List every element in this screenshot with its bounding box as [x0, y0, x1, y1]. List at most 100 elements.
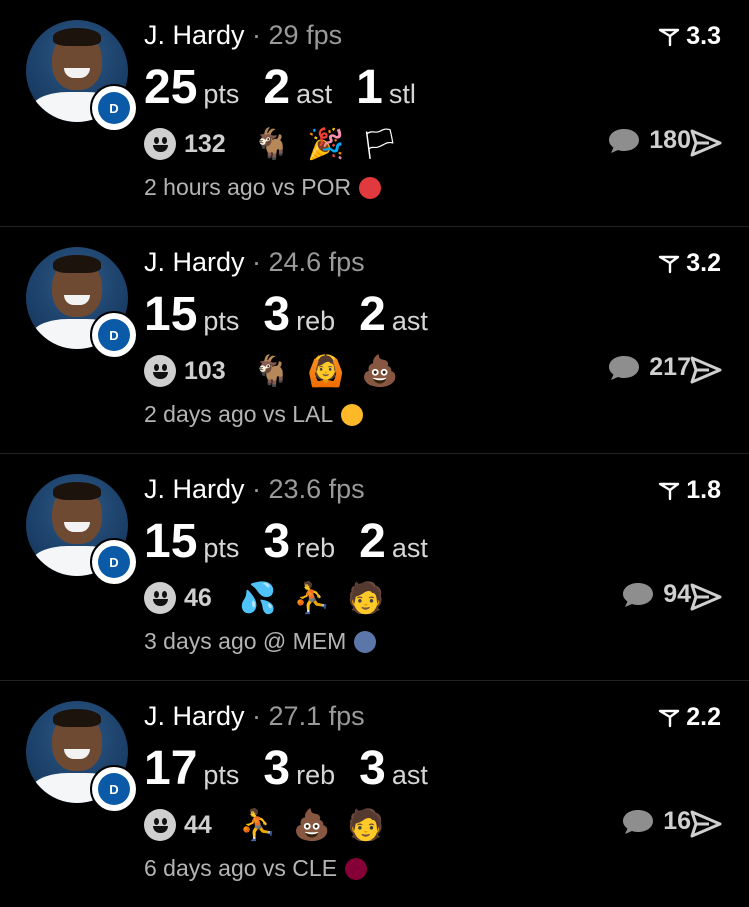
post-card[interactable]: D J. Hardy · 27.1 fps 2.2 17 pts 3 reb 3…: [0, 681, 749, 907]
fps-value: · 23.6 fps: [252, 474, 365, 504]
stat-value: 3: [263, 742, 291, 795]
cavaliers-logo: [345, 857, 368, 880]
flag-pennant-icon: [659, 709, 680, 727]
stat-value: 1: [356, 61, 383, 114]
player-name[interactable]: J. Hardy: [144, 247, 245, 277]
game-info: 2 days ago vs LAL: [144, 401, 364, 428]
send-arrow-icon: [690, 356, 722, 384]
reactions-count[interactable]: 46: [184, 584, 212, 613]
stat-value: 17: [144, 742, 198, 795]
comments-count: 217: [649, 353, 691, 381]
game-time: 3 days ago @ MEM: [144, 628, 347, 654]
stat-line: 17 pts 3 reb 3 ast: [144, 741, 452, 796]
person-meme-emoji[interactable]: 🙆: [307, 353, 344, 389]
confetti-emoji[interactable]: 🎉: [307, 126, 344, 162]
comments-button[interactable]: 180: [607, 126, 691, 155]
goat-emoji[interactable]: 🐐: [253, 126, 290, 162]
stat-line: 25 pts 2 ast 1 stl: [144, 60, 440, 115]
post-header[interactable]: J. Hardy · 23.6 fps: [144, 474, 365, 505]
stat-label: reb: [296, 760, 336, 790]
hair: [53, 709, 101, 727]
post-header[interactable]: J. Hardy · 24.6 fps: [144, 247, 365, 278]
hair: [53, 482, 101, 500]
smiley-icon[interactable]: [144, 355, 176, 387]
player-name[interactable]: J. Hardy: [144, 20, 245, 50]
post-header[interactable]: J. Hardy · 27.1 fps: [144, 701, 365, 732]
post-card[interactable]: D J. Hardy · 23.6 fps 1.8 15 pts 3 reb 2…: [0, 454, 749, 680]
rating: 1.8: [658, 476, 721, 505]
stat-line: 15 pts 3 reb 2 ast: [144, 287, 452, 342]
smiley-icon[interactable]: [144, 128, 176, 160]
bald-man-emoji[interactable]: 🧑: [347, 580, 384, 616]
stat-value: 3: [359, 742, 386, 795]
poop-emoji[interactable]: 💩: [293, 807, 330, 843]
chat-bubble-icon: [623, 582, 654, 607]
chat-bubble-icon: [609, 128, 640, 153]
share-button[interactable]: [689, 128, 723, 163]
goat-emoji[interactable]: 🐐: [253, 353, 290, 389]
comments-button[interactable]: 94: [621, 580, 691, 609]
hair: [53, 28, 101, 46]
fps-value: · 27.1 fps: [252, 701, 365, 731]
flag-pennant-icon: [659, 28, 680, 46]
rating: 3.2: [658, 249, 721, 278]
post-header[interactable]: J. Hardy · 29 fps: [144, 20, 342, 51]
stat-label: pts: [203, 533, 240, 563]
stat-value: 2: [359, 515, 386, 568]
comments-button[interactable]: 217: [607, 353, 691, 382]
game-time: 2 hours ago vs POR: [144, 174, 352, 200]
team-badge-icon: D: [90, 84, 138, 132]
chat-bubble-icon: [623, 809, 654, 834]
comments-button[interactable]: 16: [621, 807, 691, 836]
reactions-count[interactable]: 132: [184, 130, 226, 159]
flag-emoji[interactable]: 🏳: [361, 126, 399, 162]
team-badge-icon: D: [90, 765, 138, 813]
stat-value: 25: [144, 61, 198, 114]
player-name[interactable]: J. Hardy: [144, 701, 245, 731]
game-info: 2 hours ago vs POR: [144, 174, 382, 201]
send-arrow-icon: [690, 583, 722, 611]
share-button[interactable]: [689, 582, 723, 617]
stat-value: 15: [144, 515, 198, 568]
flag-pennant-icon: [659, 482, 680, 500]
reactions-count[interactable]: 103: [184, 357, 226, 386]
share-button[interactable]: [689, 355, 723, 390]
share-button[interactable]: [689, 809, 723, 844]
team-badge-icon: D: [90, 538, 138, 586]
stat-label: ast: [391, 533, 428, 563]
game-time: 6 days ago vs CLE: [144, 855, 338, 881]
stat-label: reb: [296, 533, 336, 563]
stat-label: pts: [203, 760, 240, 790]
stat-label: pts: [203, 79, 240, 109]
trail-blazers-logo: [359, 176, 382, 199]
lakers-logo: [341, 403, 364, 426]
stat-value: 15: [144, 288, 198, 341]
smiley-icon[interactable]: [144, 809, 176, 841]
smiley-icon[interactable]: [144, 582, 176, 614]
stat-label: reb: [296, 306, 336, 336]
game-info: 6 days ago vs CLE: [144, 855, 368, 882]
send-arrow-icon: [690, 129, 722, 157]
reactions-row: 103 🐐 🙆 💩: [144, 353, 416, 389]
post-card[interactable]: D J. Hardy · 29 fps 3.3 25 pts 2 ast 1 s…: [0, 0, 749, 226]
reactions-row: 46 💦 ⛹ 🧑: [144, 580, 402, 616]
chat-bubble-icon: [609, 355, 640, 380]
grizzlies-logo: [354, 630, 377, 653]
player-name[interactable]: J. Hardy: [144, 474, 245, 504]
player-meme-emoji[interactable]: ⛹: [293, 580, 330, 616]
stat-label: stl: [388, 79, 416, 109]
reactions-count[interactable]: 44: [184, 811, 212, 840]
reactions-row: 132 🐐 🎉 🏳: [144, 126, 416, 162]
player-meme-emoji[interactable]: ⛹: [239, 807, 276, 843]
rating: 3.3: [658, 22, 721, 51]
reactions-row: 44 ⛹ 💩 🧑: [144, 807, 402, 843]
stat-label: ast: [391, 306, 428, 336]
poop-emoji[interactable]: 💩: [361, 353, 398, 389]
hair: [53, 255, 101, 273]
post-card[interactable]: D J. Hardy · 24.6 fps 3.2 15 pts 3 reb 2…: [0, 227, 749, 453]
sweat-droplets-emoji[interactable]: 💦: [239, 580, 276, 616]
comments-count: 94: [663, 580, 691, 608]
flag-pennant-icon: [659, 255, 680, 273]
rating-value: 3.3: [686, 22, 721, 50]
bald-man-emoji[interactable]: 🧑: [347, 807, 384, 843]
